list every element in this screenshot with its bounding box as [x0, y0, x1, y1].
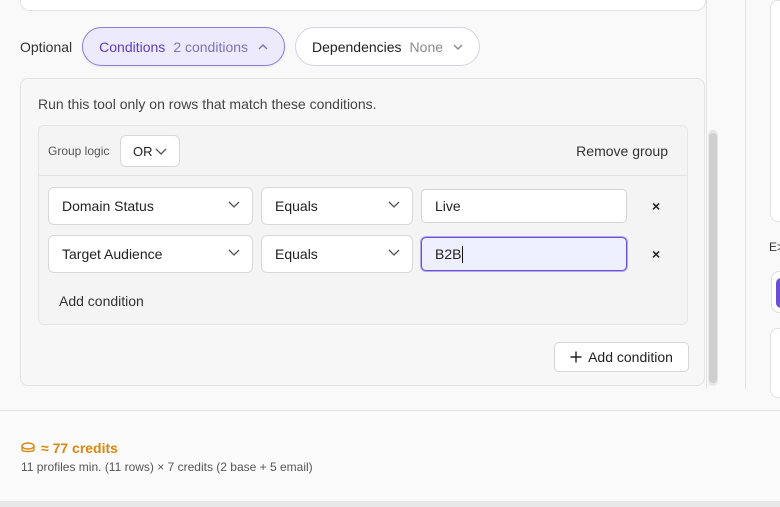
right-button[interactable]	[771, 271, 780, 313]
coin-icon	[21, 442, 35, 454]
dependencies-chip[interactable]: Dependencies None	[295, 27, 481, 66]
condition-operator-value: Equals	[275, 198, 318, 214]
panel-description: Run this tool only on rows that match th…	[38, 96, 377, 112]
add-condition-button[interactable]: Add condition	[554, 342, 689, 372]
conditions-chip-label: Conditions	[99, 38, 166, 55]
condition-row: Domain Status Equals Live ×	[48, 187, 678, 225]
condition-operator-select[interactable]: Equals	[261, 235, 413, 273]
chevron-up-icon	[258, 43, 268, 50]
condition-value-input[interactable]: B2B	[421, 237, 627, 271]
right-card-top	[770, 0, 780, 222]
chevron-down-icon	[228, 201, 240, 208]
condition-field-value: Domain Status	[62, 198, 154, 214]
condition-operator-select[interactable]: Equals	[261, 187, 413, 225]
remove-condition-icon[interactable]: ×	[652, 198, 660, 214]
text-caret	[462, 245, 464, 263]
conditions-chip-value: 2 conditions	[173, 38, 249, 55]
condition-operator-value: Equals	[275, 246, 318, 262]
condition-row: Target Audience Equals B2B ×	[48, 235, 678, 273]
optional-settings-row: Optional Conditions 2 conditions Depende…	[20, 27, 490, 66]
chevron-down-icon	[388, 249, 400, 256]
plus-icon	[570, 351, 582, 363]
chevron-down-icon	[155, 148, 167, 155]
condition-value-input[interactable]: Live	[421, 189, 627, 223]
condition-value-text: B2B	[435, 246, 462, 262]
optional-label: Optional	[20, 39, 73, 55]
credits-value: ≈ 77 credits	[41, 440, 118, 456]
group-logic-label: Group logic	[48, 144, 110, 158]
footer: ≈ 77 credits 11 profiles min. (11 rows) …	[0, 411, 780, 501]
panel-divider-right	[745, 0, 746, 389]
credits-detail: 11 profiles min. (11 rows) × 7 credits (…	[21, 460, 313, 474]
group-logic-select[interactable]: OR	[120, 135, 180, 167]
condition-value-text: Live	[435, 198, 461, 214]
conditions-chip[interactable]: Conditions 2 conditions	[82, 27, 286, 66]
bottom-edge	[0, 501, 780, 507]
group-header: Group logic OR Remove group	[39, 126, 687, 176]
add-condition-button-label: Add condition	[588, 349, 673, 365]
previous-card	[20, 0, 706, 11]
right-label: E>	[769, 240, 780, 254]
group-logic-value: OR	[133, 143, 153, 159]
scrollbar-thumb[interactable]	[709, 133, 717, 383]
condition-group: Group logic OR Remove group Domain Statu…	[38, 125, 688, 325]
condition-field-select[interactable]: Target Audience	[48, 235, 253, 273]
add-condition-link[interactable]: Add condition	[59, 293, 144, 309]
chevron-down-icon	[228, 249, 240, 256]
right-card-bottom	[770, 328, 780, 398]
condition-field-select[interactable]: Domain Status	[48, 187, 253, 225]
remove-condition-icon[interactable]: ×	[652, 246, 660, 262]
credits-estimate: ≈ 77 credits	[21, 440, 118, 456]
dependencies-chip-label: Dependencies	[312, 38, 402, 55]
conditions-panel: Run this tool only on rows that match th…	[20, 78, 705, 386]
panel-divider	[706, 0, 707, 389]
condition-field-value: Target Audience	[62, 246, 163, 262]
chevron-down-icon	[453, 44, 463, 50]
chevron-down-icon	[388, 201, 400, 208]
remove-group-button[interactable]: Remove group	[576, 143, 668, 159]
dependencies-chip-value: None	[409, 38, 444, 55]
